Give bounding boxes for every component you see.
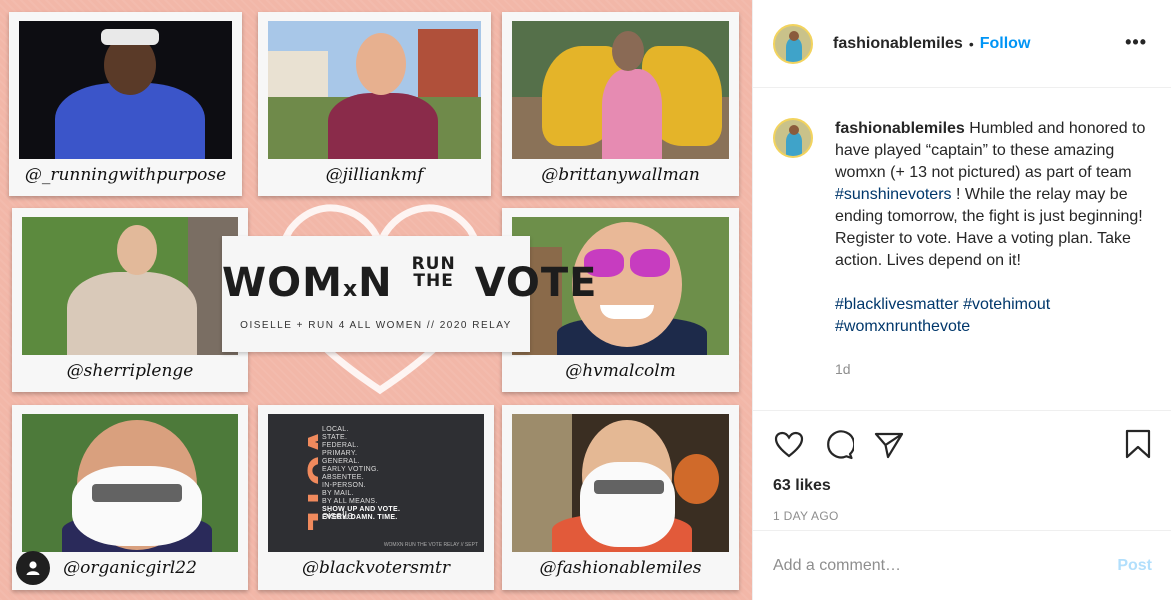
post-image[interactable]: @_runningwithpurpose @jilliankmf @britta… bbox=[0, 0, 752, 600]
post-comment-button[interactable]: Post bbox=[1117, 557, 1152, 575]
photo-card-4: @sherriplenge bbox=[12, 208, 248, 392]
share-button[interactable] bbox=[873, 429, 905, 461]
handle-3: @brittanywallman bbox=[541, 165, 700, 185]
post-panel: fashionablemiles • Follow ••• fashionabl… bbox=[752, 0, 1171, 600]
post-caption: fashionablemiles Humbled and honored to … bbox=[773, 118, 1163, 380]
tagged-users-button[interactable] bbox=[16, 551, 50, 585]
post-actions: 63 likes 1 DAY AGO bbox=[753, 410, 1171, 530]
heart-icon bbox=[774, 431, 804, 458]
likes-count[interactable]: 63 likes bbox=[773, 477, 1152, 495]
handle-7: @blackvotersmtr bbox=[302, 558, 450, 578]
username-link[interactable]: fashionablemiles bbox=[833, 35, 963, 53]
more-icon[interactable]: ••• bbox=[1125, 32, 1147, 53]
runner-photo-6 bbox=[22, 414, 238, 552]
oiselle-brand: oiselle bbox=[322, 510, 354, 522]
hashtag-link[interactable]: #blacklivesmatter bbox=[835, 296, 959, 313]
photo-card-3: @brittanywallman bbox=[502, 12, 739, 196]
hashtag-link[interactable]: #womxnrunthevote bbox=[835, 318, 970, 335]
caption-body: fashionablemiles Humbled and honored to … bbox=[835, 118, 1163, 380]
photo-card-2: @jilliankmf bbox=[258, 12, 491, 196]
comment-bar: Add a comment… Post bbox=[753, 530, 1171, 600]
avatar[interactable] bbox=[773, 23, 813, 64]
vote-subtitle: OISELLE + RUN 4 ALL WOMEN // 2020 RELAY bbox=[240, 320, 512, 331]
handle-2: @jilliankmf bbox=[325, 165, 424, 185]
handle-5: @hvmalcolm bbox=[565, 361, 676, 381]
caption-time: 1d bbox=[835, 361, 851, 377]
bookmark-icon bbox=[1125, 429, 1151, 459]
photo-card-1: @_runningwithpurpose bbox=[9, 12, 242, 196]
handle-6: @organicgirl22 bbox=[63, 558, 197, 578]
caption-avatar[interactable] bbox=[773, 118, 813, 158]
runner-photo-3 bbox=[512, 21, 729, 159]
post-timestamp[interactable]: 1 DAY AGO bbox=[773, 509, 1152, 523]
voter-footer: WOMXN RUN THE VOTE RELAY // SEPT bbox=[383, 542, 478, 548]
hashtag-link[interactable]: #votehimout bbox=[963, 296, 1050, 313]
save-button[interactable] bbox=[1124, 429, 1152, 464]
handle-4: @sherriplenge bbox=[66, 361, 194, 381]
runner-photo-4 bbox=[22, 217, 238, 355]
photo-card-7: VOTE LOCAL. STATE. FEDERAL. PRIMARY. GEN… bbox=[258, 405, 494, 590]
like-button[interactable] bbox=[773, 429, 805, 461]
runner-photo-8 bbox=[512, 414, 729, 552]
womxn-run-the-vote-card: WOMxN RUN THE VOTE OISELLE + RUN 4 ALL WO… bbox=[222, 236, 598, 352]
follow-button[interactable]: Follow bbox=[980, 35, 1031, 53]
post-header: fashionablemiles • Follow ••• bbox=[753, 0, 1171, 88]
vote-vertical-graphic: VOTE bbox=[299, 428, 318, 530]
voter-big-text: VOTE bbox=[299, 428, 318, 530]
separator-dot: • bbox=[968, 35, 974, 52]
photo-card-8: @fashionablemiles bbox=[502, 405, 739, 590]
share-icon bbox=[874, 432, 904, 459]
runner-photo-1 bbox=[19, 21, 232, 159]
handle-1: @_runningwithpurpose bbox=[24, 165, 227, 185]
voter-graphic: VOTE LOCAL. STATE. FEDERAL. PRIMARY. GEN… bbox=[268, 414, 484, 552]
handle-8: @fashionablemiles bbox=[539, 558, 702, 578]
vote-title: WOMxN RUN THE VOTE bbox=[222, 254, 598, 307]
runner-photo-2 bbox=[268, 21, 481, 159]
hashtag-link[interactable]: #sunshinevoters bbox=[835, 186, 952, 203]
caption-username-link[interactable]: fashionablemiles bbox=[835, 120, 965, 137]
comment-input[interactable]: Add a comment… bbox=[773, 557, 1117, 575]
comment-icon bbox=[827, 430, 854, 460]
user-icon bbox=[26, 561, 40, 575]
voter-lines: LOCAL. STATE. FEDERAL. PRIMARY. GENERAL.… bbox=[322, 426, 401, 521]
comment-button[interactable] bbox=[823, 429, 855, 461]
